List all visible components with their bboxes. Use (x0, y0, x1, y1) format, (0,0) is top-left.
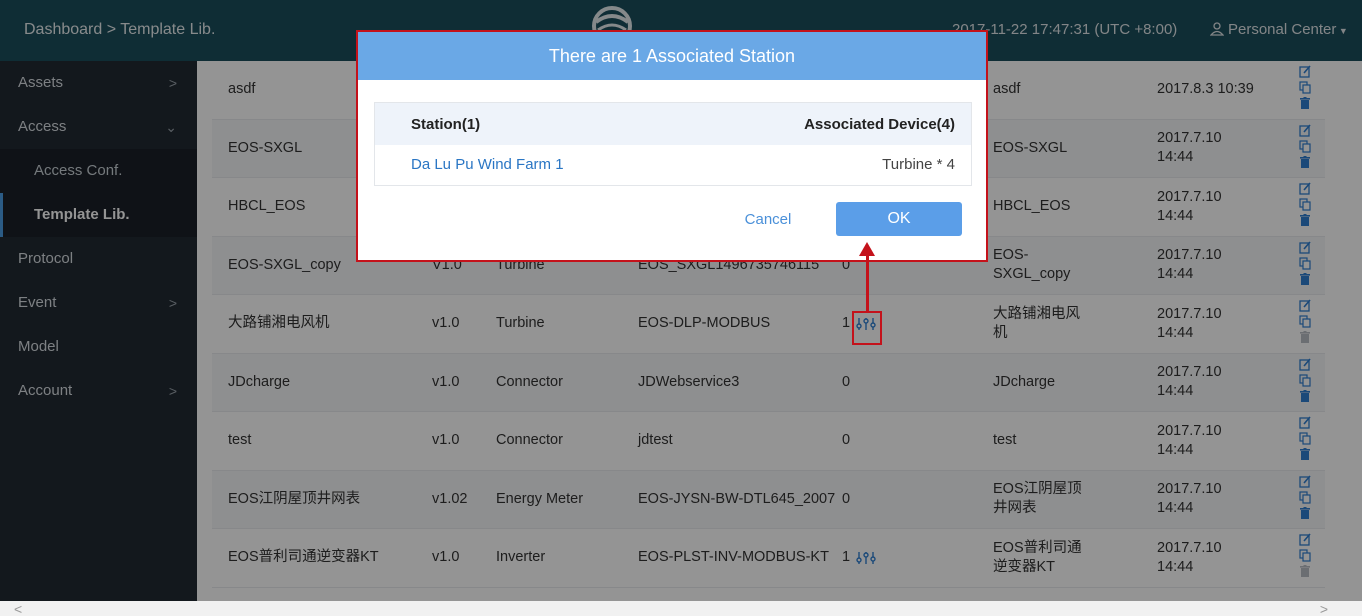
device-column-header: Associated Device(4) (804, 116, 955, 133)
annotation-arrow-head (859, 242, 875, 256)
dialog-title: There are 1 Associated Station (358, 32, 986, 80)
scroll-right-icon[interactable]: > (1320, 601, 1328, 616)
device-count: Turbine * 4 (882, 156, 955, 173)
table-header-row: Station(1) Associated Device(4) (375, 103, 971, 145)
station-column-header: Station(1) (411, 116, 481, 133)
cancel-button[interactable]: Cancel (728, 204, 808, 236)
associated-station-table: Station(1) Associated Device(4) Da Lu Pu… (374, 102, 972, 186)
horizontal-scrollbar[interactable]: < > (0, 601, 1362, 616)
table-row: Da Lu Pu Wind Farm 1 Turbine * 4 (375, 145, 971, 185)
station-link[interactable]: Da Lu Pu Wind Farm 1 (411, 156, 564, 173)
highlight-box (852, 311, 882, 345)
annotation-arrow-shaft (866, 256, 869, 312)
ok-button[interactable]: OK (836, 202, 962, 236)
associated-station-dialog: There are 1 Associated Station Station(1… (356, 30, 988, 262)
scroll-left-icon[interactable]: < (14, 601, 22, 616)
